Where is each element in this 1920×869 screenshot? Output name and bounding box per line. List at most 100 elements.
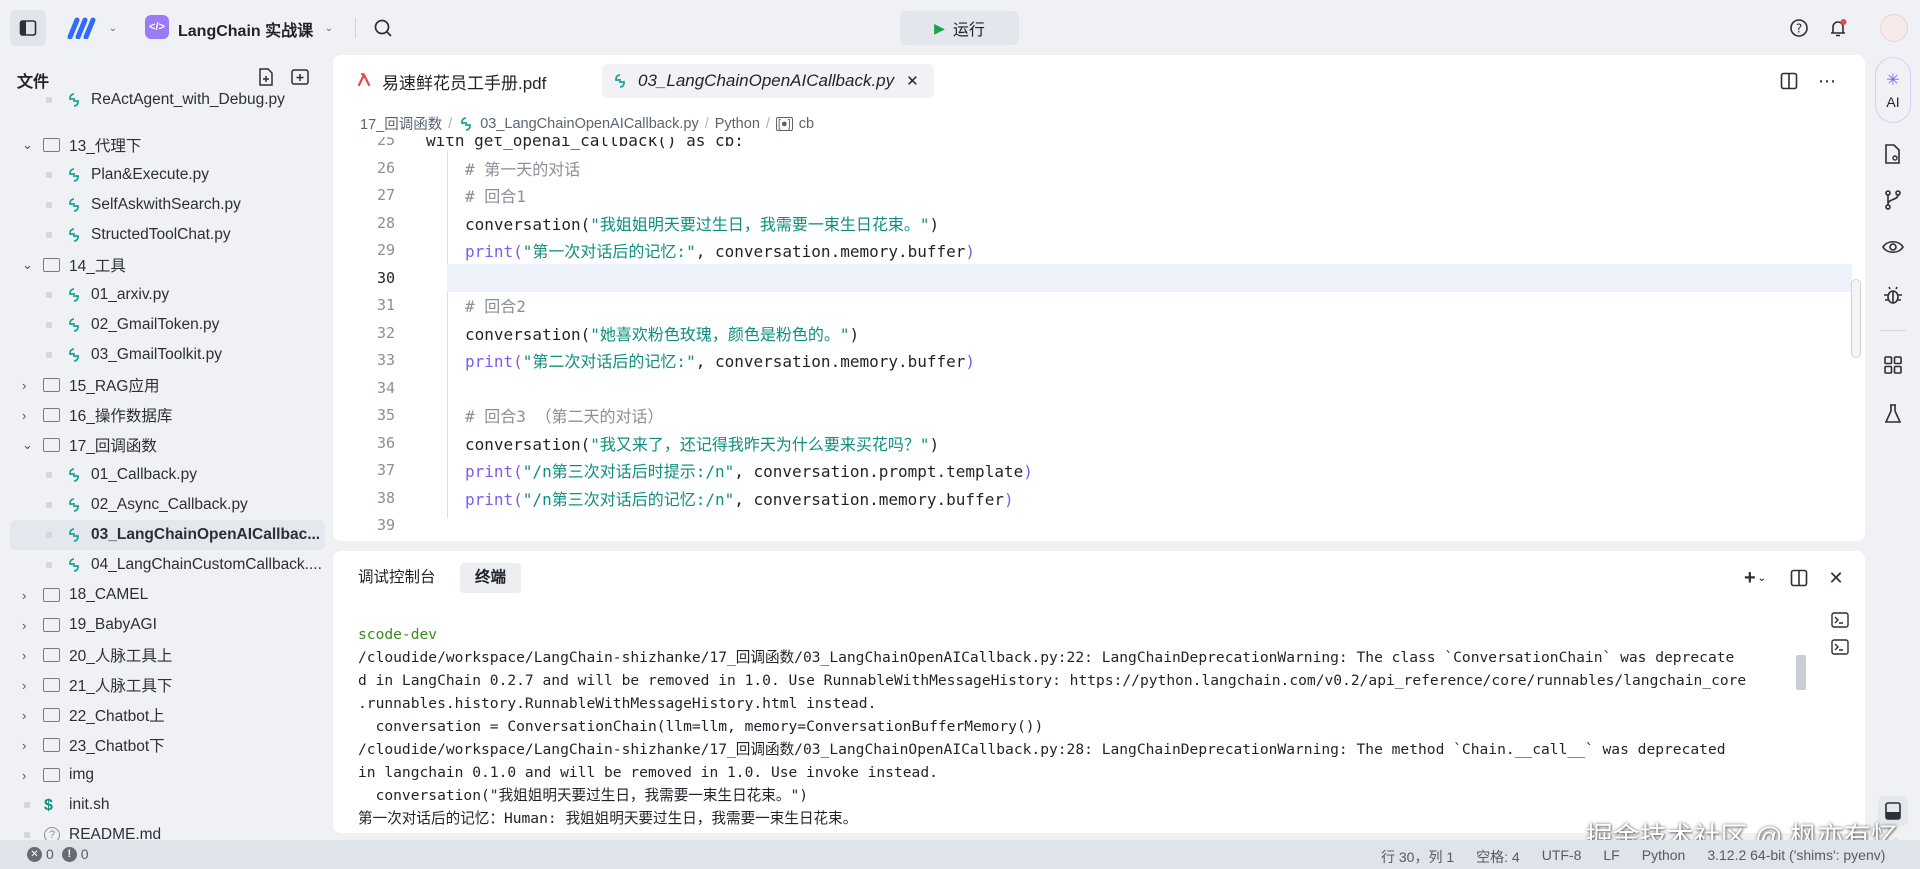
panel-tab[interactable]: 调试控制台 — [350, 563, 444, 593]
folder-item[interactable]: › 16_操作数据库 — [0, 400, 330, 430]
avatar[interactable] — [1880, 14, 1908, 42]
chevron-right-icon[interactable]: › — [22, 648, 26, 663]
warning-count: 0 — [80, 846, 89, 862]
file-item[interactable]: $ init.sh — [0, 790, 330, 820]
folder-item[interactable]: › 22_Chatbot上 — [0, 700, 330, 730]
run-button[interactable]: ▶ 运行 — [900, 11, 1019, 45]
split-editor-icon[interactable] — [1778, 70, 1800, 92]
panel-tab[interactable]: 终端 — [460, 563, 522, 593]
code-line[interactable]: 30 — [333, 264, 1863, 292]
code-line[interactable]: 32 conversation("她喜欢粉色玫瑰，颜色是粉色的。") — [333, 319, 1863, 347]
file-item[interactable]: SelfAskwithSearch.py — [0, 190, 330, 220]
sidebar-toggle-icon[interactable] — [10, 10, 46, 46]
code-line[interactable]: 37 print("/n第三次对话后时提示:/n", conversation.p… — [333, 457, 1863, 485]
folder-item[interactable]: › 18_CAMEL — [0, 580, 330, 610]
chevron-down-icon[interactable]: ⌄ — [22, 437, 33, 453]
help-icon[interactable]: ? — [1788, 17, 1810, 39]
project-name[interactable]: LangChain 实战课 — [178, 17, 313, 41]
breadcrumb-item[interactable]: 17_回调函数 — [360, 113, 442, 134]
language-mode[interactable]: Python — [1642, 847, 1686, 867]
indentation[interactable]: 空格: 4 — [1476, 847, 1520, 867]
close-panel-icon[interactable]: ✕ — [1825, 567, 1847, 589]
file-item[interactable]: 02_Async_Callback.py — [0, 490, 330, 520]
file-item[interactable]: 03_LangChainOpenAICallbac... — [10, 520, 325, 550]
chevron-right-icon[interactable]: › — [22, 678, 26, 693]
extensions-grid-icon[interactable] — [1880, 352, 1906, 378]
python-interpreter[interactable]: 3.12.2 64-bit ('shims': pyenv) — [1707, 847, 1885, 867]
code-line[interactable]: 31 # 回合2 — [333, 292, 1863, 320]
code-line[interactable]: 38 print("/n第三次对话后的记忆:/n", conversation.m… — [333, 484, 1863, 512]
chevron-down-icon[interactable]: ⌄ — [105, 20, 121, 36]
chevron-right-icon[interactable]: › — [22, 378, 26, 393]
editor-tab[interactable]: 03_LangChainOpenAICallback.py ✕ — [602, 64, 934, 98]
code-line[interactable]: 25 with get_openai_callback() as cb: — [333, 137, 1863, 154]
folder-item[interactable]: › 21_人脉工具下 — [0, 670, 330, 700]
debug-bug-icon[interactable] — [1880, 282, 1906, 308]
file-item[interactable]: ? README.md — [0, 820, 330, 840]
search-icon[interactable] — [372, 17, 394, 39]
new-terminal-icon[interactable]: + ⌄ — [1738, 567, 1772, 589]
source-control-icon[interactable] — [1880, 187, 1906, 213]
file-item[interactable]: 01_Callback.py — [0, 460, 330, 490]
chevron-right-icon[interactable]: › — [22, 708, 26, 723]
chevron-right-icon[interactable]: › — [22, 588, 26, 603]
file-item[interactable]: ReActAgent_with_Debug.py — [0, 92, 330, 115]
file-item[interactable]: 03_GmailToolkit.py — [0, 340, 330, 370]
code-line[interactable]: 36 conversation("我又来了，还记得我昨天为什么要来买花吗？") — [333, 429, 1863, 457]
testing-flask-icon[interactable] — [1880, 401, 1906, 427]
code-line[interactable]: 29 print("第一次对话后的记忆:", conversation.memor… — [333, 237, 1863, 265]
breadcrumb-item[interactable]: cb — [799, 116, 814, 132]
terminal-instance-icon[interactable] — [1828, 636, 1852, 658]
more-actions-icon[interactable]: ⋯ — [1816, 70, 1838, 92]
problems-indicator[interactable]: ✕ 0 ! 0 — [27, 846, 89, 862]
folder-item[interactable]: ⌄ 14_工具 — [0, 250, 330, 280]
terminal-instance-icon[interactable] — [1828, 609, 1852, 631]
encoding[interactable]: UTF-8 — [1542, 847, 1582, 867]
file-item[interactable]: 02_GmailToken.py — [0, 310, 330, 340]
chevron-down-icon[interactable]: ⌄ — [22, 137, 33, 153]
cursor-position[interactable]: 行 30，列 1 — [1381, 847, 1454, 867]
folder-item[interactable]: › 15_RAG应用 — [0, 370, 330, 400]
chevron-right-icon[interactable]: › — [22, 768, 26, 783]
split-terminal-icon[interactable] — [1788, 567, 1810, 589]
app-logo-icon[interactable] — [66, 16, 98, 40]
file-item[interactable]: Plan&Execute.py — [0, 160, 330, 190]
terminal-output[interactable]: scode-dev/cloudide/workspace/LangChain-s… — [358, 623, 1788, 828]
editor-tab[interactable]: 易速鲜花员工手册.pdf — [346, 64, 596, 98]
chevron-right-icon[interactable]: › — [22, 738, 26, 753]
code-line[interactable]: 28 conversation("我姐姐明天要过生日，我需要一束生日花束。") — [333, 209, 1863, 237]
file-item[interactable]: 04_LangChainCustomCallback.... — [0, 550, 330, 580]
code-line[interactable]: 34 — [333, 374, 1863, 402]
folder-item[interactable]: › 19_BabyAGI — [0, 610, 330, 640]
file-item[interactable]: 01_arxiv.py — [0, 280, 330, 310]
code-line[interactable]: 27 # 回合1 — [333, 182, 1863, 210]
chevron-down-icon[interactable]: ⌄ — [22, 257, 33, 273]
folder-item[interactable]: › 20_人脉工具上 — [0, 640, 330, 670]
breadcrumb-item[interactable]: 03_LangChainOpenAICallback.py — [480, 116, 698, 132]
breadcrumb-separator: / — [765, 115, 770, 132]
folder-item[interactable]: › img — [0, 760, 330, 790]
new-folder-icon[interactable] — [290, 67, 310, 87]
code-line[interactable]: 33 print("第二次对话后的记忆:", conversation.memor… — [333, 347, 1863, 375]
file-item[interactable]: StructedToolChat.py — [0, 220, 330, 250]
terminal-scrollbar[interactable] — [1796, 655, 1806, 690]
close-tab-icon[interactable]: ✕ — [906, 72, 919, 90]
code-editor[interactable]: 25 with get_openai_callback() as cb: 26 # 第… — [333, 137, 1863, 537]
code-line[interactable]: 35 # 回合3 （第二天的对话） — [333, 402, 1863, 430]
preview-eye-icon[interactable] — [1880, 234, 1906, 260]
ai-assistant-button[interactable]: ✳ AI — [1875, 57, 1911, 123]
editor-scrollbar[interactable] — [1851, 279, 1861, 358]
breadcrumb-item[interactable]: Python — [715, 116, 760, 132]
folder-item[interactable]: ⌄ 17_回调函数 — [0, 430, 330, 460]
chevron-right-icon[interactable]: › — [22, 408, 26, 423]
notification-bell-icon[interactable] — [1827, 17, 1849, 39]
file-search-icon[interactable] — [1880, 141, 1906, 167]
folder-item[interactable]: › 23_Chatbot下 — [0, 730, 330, 760]
chevron-right-icon[interactable]: › — [22, 618, 26, 633]
code-line[interactable]: 39 — [333, 512, 1863, 538]
new-file-icon[interactable] — [256, 67, 276, 87]
line-ending[interactable]: LF — [1603, 847, 1619, 867]
code-line[interactable]: 26 # 第一天的对话 — [333, 154, 1863, 182]
folder-item[interactable]: ⌄ 13_代理下 — [0, 130, 330, 160]
chevron-down-icon[interactable]: ⌄ — [321, 20, 337, 36]
